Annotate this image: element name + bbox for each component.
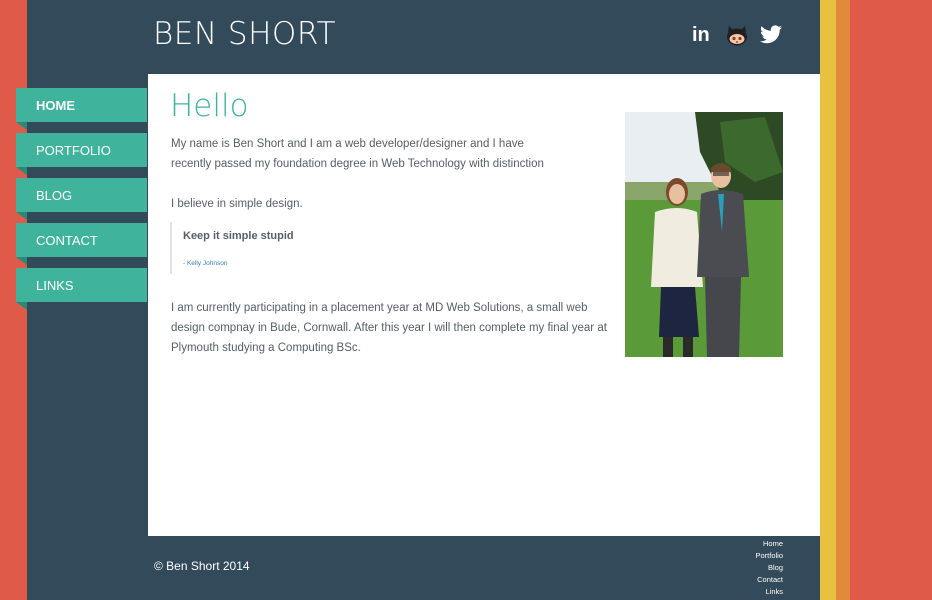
footer-nav: Home Portfolio Blog Contact Links — [755, 538, 783, 598]
quote-author: - Kelly Johnson — [183, 260, 228, 267]
intro-paragraph: My name is Ben Short and I am a web deve… — [171, 138, 544, 170]
main-content: Hello My name is Ben Short and I am a we… — [148, 74, 820, 536]
footer-link-links[interactable]: Links — [755, 586, 783, 598]
main-nav: HOME PORTFOLIO BLOG CONTACT LINKS — [16, 88, 147, 313]
site-container: BEN SHORT in Hello My name is Ben Short … — [16, 0, 820, 600]
footer-link-portfolio[interactable]: Portfolio — [755, 550, 783, 562]
decorative-stripe-red — [850, 0, 932, 600]
quote-text: Keep it simple stupid — [183, 230, 294, 242]
decorative-stripe-yellow — [820, 0, 836, 600]
blockquote: Keep it simple stupid - Kelly Johnson — [170, 222, 383, 274]
twitter-icon[interactable] — [760, 25, 782, 44]
nav-portfolio[interactable]: PORTFOLIO — [16, 133, 147, 175]
linkedin-glyph: in — [692, 24, 710, 46]
nav-links[interactable]: LINKS — [16, 268, 147, 310]
photo-couple-image — [625, 112, 783, 357]
footer-link-home[interactable]: Home — [755, 538, 783, 550]
page-title: Hello — [170, 88, 249, 124]
site-brand[interactable]: BEN SHORT — [153, 16, 336, 52]
decorative-stripe-orange — [836, 0, 850, 600]
nav-blog[interactable]: BLOG — [16, 178, 147, 220]
placement-paragraph: I am currently participating in a placem… — [171, 302, 607, 354]
linkedin-icon[interactable]: in — [692, 24, 710, 46]
github-icon[interactable] — [726, 26, 748, 48]
twitter-bird-svg — [760, 25, 782, 44]
profile-photo — [625, 112, 783, 357]
footer-copyright: © Ben Short 2014 — [154, 559, 250, 573]
nav-home[interactable]: HOME — [16, 88, 147, 130]
nav-contact[interactable]: CONTACT — [16, 223, 147, 265]
footer-link-contact[interactable]: Contact — [755, 574, 783, 586]
footer-link-blog[interactable]: Blog — [755, 562, 783, 574]
belief-paragraph: I believe in simple design. — [171, 198, 303, 210]
github-octocat-svg — [727, 26, 747, 46]
